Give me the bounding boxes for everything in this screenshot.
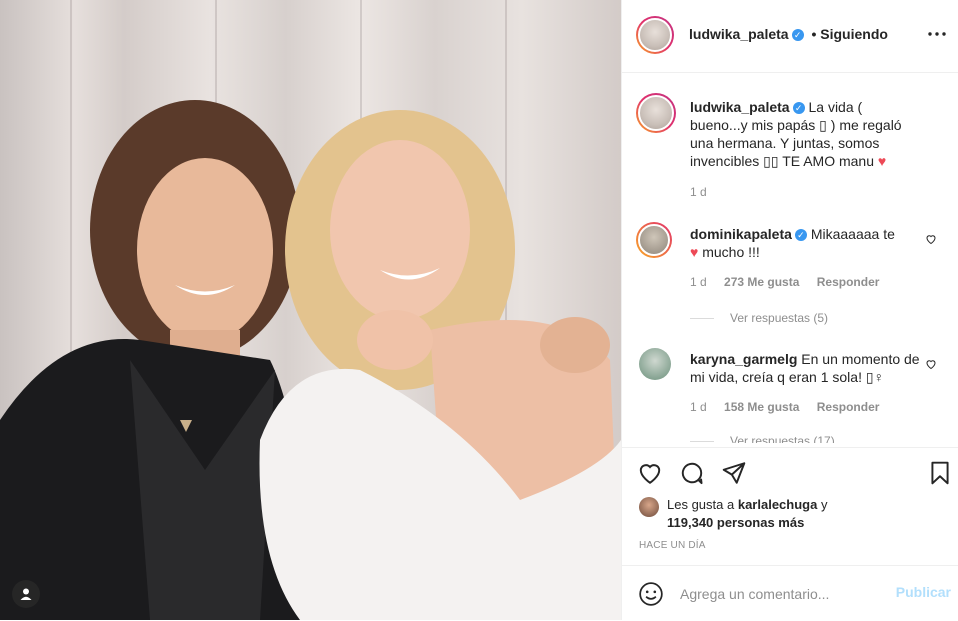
verified-icon: ✓	[792, 102, 805, 115]
add-comment-bar: Publicar	[622, 565, 958, 621]
likes-summary: Les gusta a karlalechuga y 119,340 perso…	[667, 496, 827, 532]
more-options-button[interactable]	[925, 22, 949, 46]
caption-time: 1 d	[690, 185, 707, 199]
like-heart-icon[interactable]	[637, 460, 663, 486]
liker-avatar[interactable]	[639, 497, 659, 517]
author-username[interactable]: ludwika_paleta	[689, 26, 789, 42]
liker-username[interactable]: karlalechuga	[738, 497, 818, 512]
view-replies-label: Ver respuestas (5)	[730, 311, 829, 325]
author-avatar[interactable]	[636, 16, 674, 54]
likes-prefix: Les gusta a	[667, 497, 735, 512]
post-photo[interactable]	[0, 0, 621, 620]
verified-icon: ✓	[794, 229, 807, 242]
red-heart-icon: ♥	[690, 244, 699, 260]
post-actions	[622, 447, 958, 498]
divider	[690, 317, 714, 319]
commenter-avatar[interactable]	[639, 348, 671, 380]
comment-bubble-icon[interactable]	[679, 460, 705, 486]
caption: ludwika_paleta ✓ La vida ( bueno...y mis …	[690, 98, 922, 170]
likes-count[interactable]: 119,340 personas más	[667, 515, 804, 530]
view-replies-button[interactable]: Ver respuestas (5)	[690, 311, 828, 325]
post-side-panel: ludwika_paleta ✓ • Siguiendo ludwika_pale…	[621, 0, 958, 620]
user-icon	[20, 588, 32, 600]
post-header: ludwika_paleta ✓ • Siguiendo	[622, 0, 958, 73]
verified-icon: ✓	[791, 29, 804, 42]
likes-conj: y	[820, 497, 828, 512]
comment-meta: 1 d 273 Me gusta Responder	[690, 275, 893, 289]
emoji-smiley-icon[interactable]	[638, 581, 664, 607]
tagged-users-button[interactable]	[12, 580, 40, 608]
comment-meta: 1 d 158 Me gusta Responder	[690, 400, 893, 414]
view-replies-button[interactable]: Ver respuestas (17)	[690, 434, 835, 443]
publish-button[interactable]: Publicar	[896, 584, 951, 600]
view-replies-label: Ver respuestas (17)	[730, 434, 835, 443]
follow-status[interactable]: • Siguiendo	[811, 26, 887, 42]
photo-content	[0, 100, 621, 620]
author-line: ludwika_paleta ✓ • Siguiendo	[689, 26, 888, 42]
caption-username[interactable]: ludwika_paleta	[690, 99, 790, 115]
post-timestamp[interactable]: HACE UN DÍA	[639, 540, 706, 551]
save-bookmark-icon[interactable]	[927, 460, 953, 486]
reply-button[interactable]: Responder	[817, 275, 880, 289]
comment: karyna_garmelg En un momento de mi vida,…	[690, 350, 922, 386]
comment-likes[interactable]: 158 Me gusta	[724, 400, 799, 414]
divider	[690, 440, 714, 442]
comment-input[interactable]	[678, 580, 882, 608]
comment-likes[interactable]: 273 Me gusta	[724, 275, 799, 289]
comment: dominikapaleta ✓ Mikaaaaaa te ♥ mucho !!!	[690, 225, 922, 261]
comments-list[interactable]: ludwika_paleta ✓ La vida ( bueno...y mis …	[622, 73, 958, 443]
caption-avatar[interactable]	[636, 93, 676, 133]
comment-time: 1 d	[690, 275, 707, 289]
comment-username[interactable]: dominikapaleta	[690, 226, 792, 242]
reply-button[interactable]: Responder	[817, 400, 880, 414]
red-heart-icon: ♥	[877, 153, 887, 169]
comment-text-end: mucho !!!	[702, 244, 760, 260]
comment-time: 1 d	[690, 400, 707, 414]
more-dots-icon	[928, 32, 946, 36]
like-comment-heart-icon[interactable]	[925, 358, 937, 370]
comment-username[interactable]: karyna_garmelg	[690, 351, 797, 367]
comment-text: Mikaaaaaa te	[810, 226, 895, 242]
commenter-avatar[interactable]	[636, 222, 672, 258]
like-comment-heart-icon[interactable]	[925, 233, 937, 245]
share-paper-plane-icon[interactable]	[721, 460, 747, 486]
